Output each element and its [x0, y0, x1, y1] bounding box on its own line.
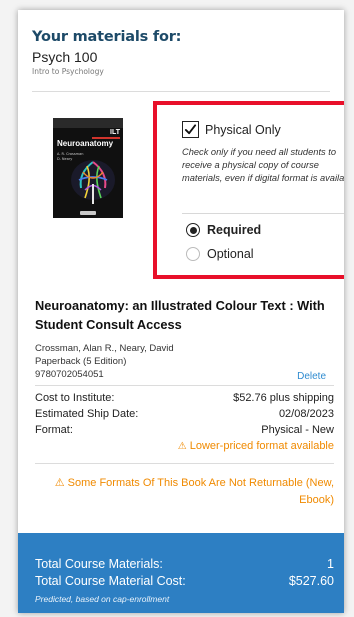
- lower-price-warning[interactable]: ⚠ Lower-priced format available: [178, 440, 334, 452]
- physical-only-description: Check only if you need all students to r…: [182, 147, 344, 183]
- warning-divider: [35, 463, 334, 464]
- materials-heading: Your materials for:: [32, 29, 182, 45]
- delete-link[interactable]: Delete: [297, 371, 326, 382]
- enrollment-note: Predicted, based on cap-enrollment: [35, 594, 170, 604]
- physical-only-checkbox[interactable]: [182, 121, 199, 138]
- check-icon: [184, 124, 197, 135]
- book-isbn: 9780702054051: [35, 369, 104, 380]
- physical-only-row[interactable]: Physical Only: [182, 121, 281, 138]
- cost-value: $52.76 plus shipping: [233, 392, 334, 404]
- cover-edition-mark: ILT: [110, 129, 120, 136]
- book-title: Neuroanatomy: an Illustrated Colour Text…: [35, 298, 325, 332]
- total-cost-label: Total Course Material Cost:: [35, 574, 186, 588]
- cost-label: Cost to Institute:: [35, 392, 115, 404]
- ship-date-label: Estimated Ship Date:: [35, 408, 139, 420]
- required-option[interactable]: Required: [186, 223, 261, 237]
- brain-tract-illustration: [71, 160, 115, 204]
- physical-only-label: Physical Only: [205, 122, 281, 137]
- total-materials-value: 1: [327, 557, 334, 571]
- total-cost-row: Total Course Material Cost: $527.60: [35, 574, 334, 588]
- warning-icon: ⚠: [177, 440, 187, 452]
- total-materials-row: Total Course Materials: 1: [35, 557, 334, 571]
- format-value: Physical - New: [261, 424, 334, 436]
- cost-row: Cost to Institute: $52.76 plus shipping: [35, 392, 334, 404]
- not-returnable-warning: ⚠ Some Formats Of This Book Are Not Retu…: [54, 477, 334, 506]
- total-materials-label: Total Course Materials:: [35, 557, 163, 571]
- course-materials-card: Your materials for: Psych 100 Intro to P…: [18, 10, 344, 613]
- cover-title: Neuroanatomy: [57, 139, 114, 148]
- page-background: Your materials for: Psych 100 Intro to P…: [0, 0, 354, 617]
- ship-date-row: Estimated Ship Date: 02/08/2023: [35, 408, 334, 420]
- required-radio[interactable]: [186, 223, 200, 237]
- optional-label: Optional: [207, 247, 254, 261]
- info-divider: [35, 385, 334, 386]
- physical-only-options: Physical Only Check only if you need all…: [153, 101, 344, 279]
- publisher-logo: [80, 211, 96, 215]
- totals-footer: Total Course Materials: 1 Total Course M…: [18, 533, 344, 613]
- cover-band: [53, 118, 123, 128]
- lower-price-warning-text: Lower-priced format available: [189, 440, 334, 452]
- book-binding: Paperback (5 Edition): [35, 356, 127, 367]
- course-code: Psych 100: [32, 49, 98, 65]
- options-divider: [182, 213, 344, 214]
- total-cost-value: $527.60: [288, 574, 334, 588]
- format-row: Format: Physical - New: [35, 424, 334, 436]
- ship-date-value: 02/08/2023: [278, 408, 334, 420]
- optional-radio[interactable]: [186, 247, 200, 261]
- format-label: Format:: [35, 424, 73, 436]
- card-header: Your materials for: Psych 100 Intro to P…: [32, 29, 330, 76]
- required-label: Required: [207, 223, 262, 237]
- optional-option[interactable]: Optional: [186, 247, 254, 261]
- book-cover-image: ILT Neuroanatomy A. R. Crossman D. Neary: [53, 118, 123, 218]
- book-authors: Crossman, Alan R., Neary, David: [35, 343, 174, 354]
- header-divider: [32, 91, 330, 92]
- course-name: Intro to Psychology: [32, 67, 104, 76]
